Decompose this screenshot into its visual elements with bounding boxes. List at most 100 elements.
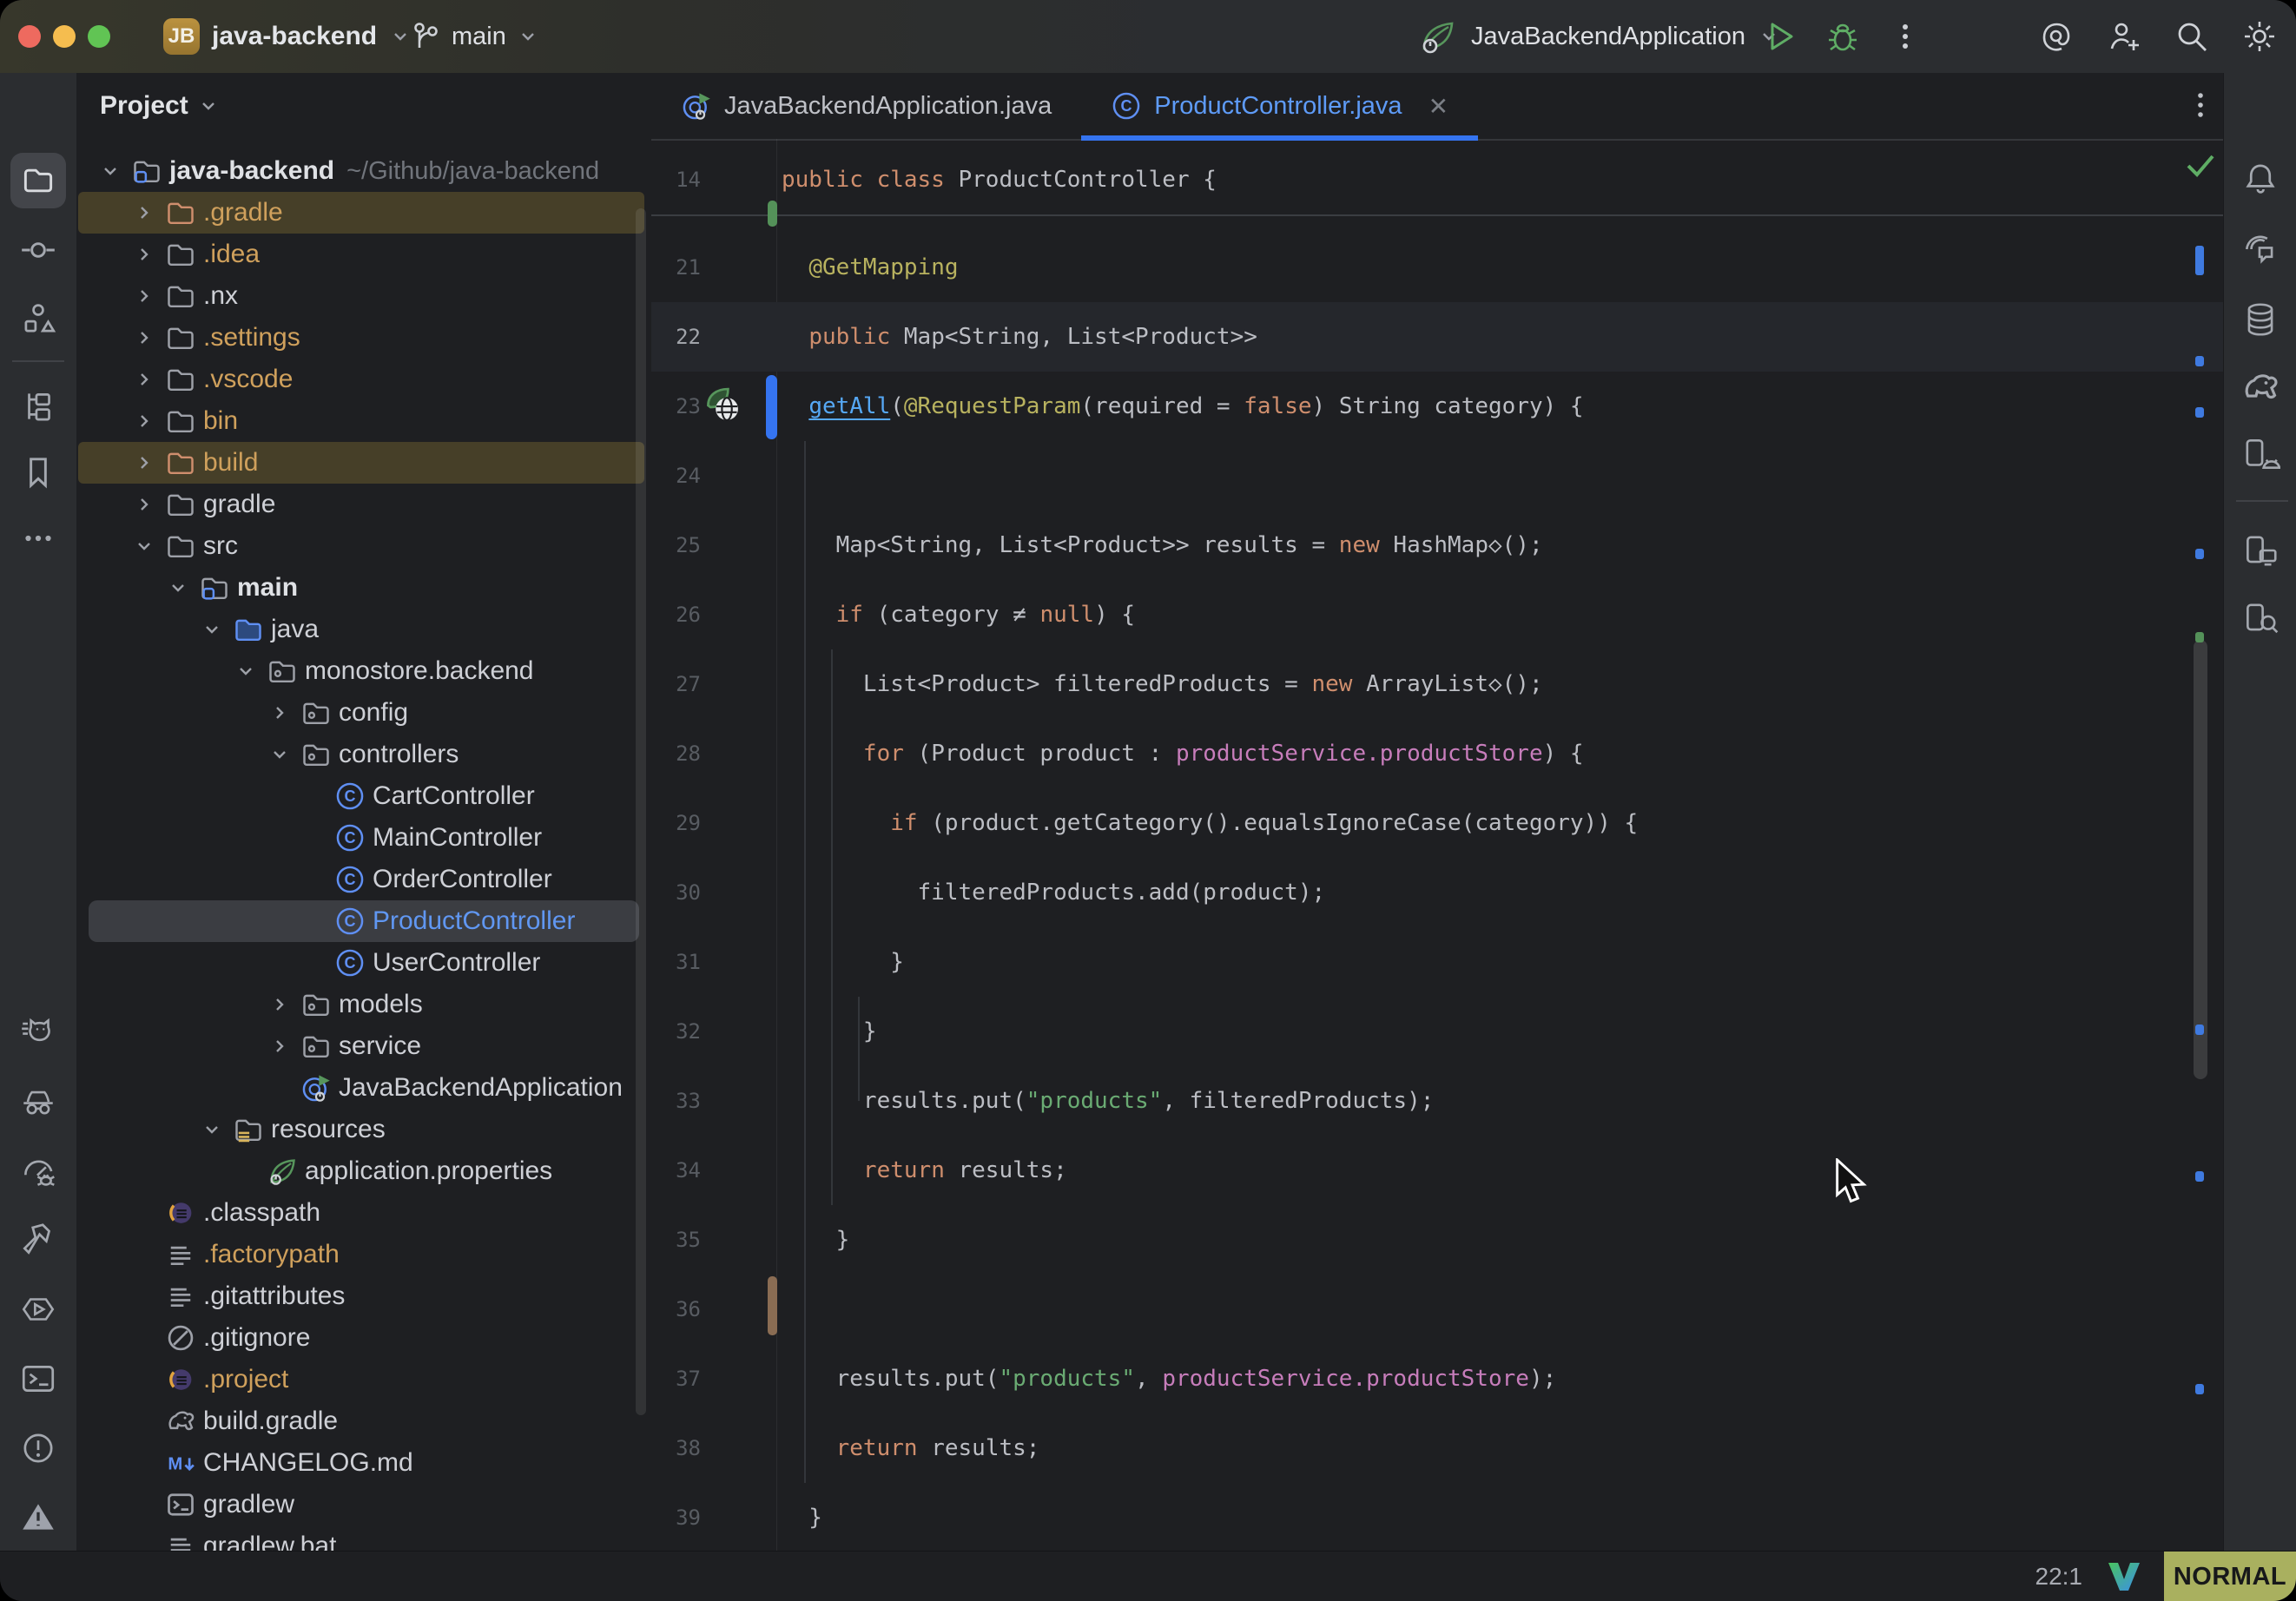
vim-mode-badge[interactable]: NORMAL [2164,1552,2296,1601]
tree-item-src[interactable]: src [76,525,651,567]
chevron-down-icon[interactable] [134,525,165,567]
project-scrollbar[interactable] [636,208,646,1415]
tree-item-.factorypath[interactable]: .factorypath [76,1234,651,1275]
code-line-24[interactable]: 24 [651,441,2223,511]
search-icon[interactable] [2173,17,2211,56]
zoom-window-button[interactable] [88,25,110,48]
minimize-window-button[interactable] [53,25,76,48]
code-line-30[interactable]: 30 filteredProducts.add(product); [651,858,2223,927]
tree-item-build[interactable]: build [76,442,651,484]
code-line-34[interactable]: 34 return results; [651,1136,2223,1205]
chevron-right-icon[interactable] [134,400,165,442]
settings-gear-icon[interactable] [2240,17,2279,56]
tree-item-.vscode[interactable]: .vscode [76,359,651,400]
tool-stripe-ai-chat[interactable] [2233,222,2288,278]
chevron-right-icon[interactable] [134,192,165,234]
tree-item-CartController[interactable]: C CartController [76,775,651,817]
chevron-right-icon[interactable] [269,1025,300,1067]
editor-scrollbar[interactable] [2194,640,2207,1079]
tree-item-UserController[interactable]: C UserController [76,942,651,984]
tree-item-.project[interactable]: .project [76,1359,651,1400]
tree-item-.gitignore[interactable]: .gitignore [76,1317,651,1359]
run-button[interactable] [1761,17,1799,56]
tree-item-JavaBackendApplication[interactable]: JavaBackendApplication [76,1067,651,1109]
code-line-21[interactable]: 21 @GetMapping [651,233,2223,302]
chevron-right-icon[interactable] [269,692,300,734]
close-window-button[interactable] [18,25,41,48]
tool-stripe-project-folder[interactable] [10,153,66,208]
code-line-26[interactable]: 26 if (category ≠ null) { [651,580,2223,649]
code-line-32[interactable]: 32 } [651,997,2223,1066]
code-line-37[interactable]: 37 results.put("products", productServic… [651,1344,2223,1413]
tool-stripe-build[interactable] [10,1212,66,1268]
code-line-25[interactable]: 25 Map<String, List<Product>> results = … [651,511,2223,580]
caret-position-widget[interactable]: 22:1 [2035,1563,2083,1591]
tree-item-models[interactable]: models [76,984,651,1025]
add-user-icon[interactable] [2105,17,2143,56]
chevron-down-icon[interactable] [235,650,267,692]
rest-endpoint-globe-icon[interactable] [703,385,743,425]
code-line-39[interactable]: 39 } [651,1483,2223,1551]
tree-item-.settings[interactable]: .settings [76,317,651,359]
code-line-33[interactable]: 33 results.put("products", filteredProdu… [651,1066,2223,1136]
tree-item-ProductController[interactable]: C ProductController [76,900,651,942]
chevron-down-icon[interactable] [100,150,131,192]
tool-stripe-running-devices[interactable] [2233,523,2288,578]
tool-stripe-incognito[interactable] [10,1073,66,1129]
code-line-31[interactable]: 31 } [651,927,2223,997]
tool-stripe-problems[interactable] [10,1420,66,1476]
chevron-right-icon[interactable] [134,442,165,484]
tree-item-gradlew[interactable]: gradlew [76,1484,651,1525]
chevron-right-icon[interactable] [134,317,165,359]
tool-stripe-warnings[interactable] [10,1490,66,1545]
tool-stripe-database[interactable] [2233,292,2288,347]
chevron-right-icon[interactable] [134,234,165,275]
tool-stripe-gradle[interactable] [2233,359,2288,415]
chevron-down-icon[interactable] [201,609,233,650]
tool-stripe-notifications[interactable] [2233,151,2288,207]
tree-item-.gitattributes[interactable]: .gitattributes [76,1275,651,1317]
code-line-22[interactable]: 22 public Map<String, List<Product>> [651,302,2223,372]
editor-tab-ProductController.java[interactable]: C ProductController.java ✕ [1081,73,1478,139]
code-line-27[interactable]: 27 List<Product> filteredProducts = new … [651,649,2223,719]
debug-button[interactable] [1824,17,1862,56]
tree-item-MainController[interactable]: C MainController [76,817,651,859]
git-branch-widget[interactable]: main [408,0,539,73]
tree-item-CHANGELOG.md[interactable]: M CHANGELOG.md [76,1442,651,1484]
code-line-36[interactable]: 36 [651,1275,2223,1344]
tree-item-application.properties[interactable]: application.properties [76,1150,651,1192]
code-line-29[interactable]: 29 if (product.getCategory().equalsIgnor… [651,788,2223,858]
chevron-right-icon[interactable] [134,359,165,400]
tree-item-service[interactable]: service [76,1025,651,1067]
chevron-right-icon[interactable] [134,275,165,317]
tree-item-gradlew.bat[interactable]: gradlew.bat [76,1525,651,1551]
close-tab-icon[interactable]: ✕ [1428,92,1448,121]
tool-stripe-device-manager[interactable] [2233,427,2288,483]
project-panel-header[interactable]: Project [100,73,220,139]
project-widget[interactable]: JB java-backend [163,0,412,73]
code-line-14[interactable]: 14 public class ProductController { [651,145,2223,214]
tree-item-.classpath[interactable]: .classpath [76,1192,651,1234]
tool-stripe-structure[interactable] [10,291,66,346]
chevron-down-icon[interactable] [269,734,300,775]
tool-stripe-commit[interactable] [10,222,66,278]
chevron-down-icon[interactable] [201,1109,233,1150]
chevron-down-icon[interactable] [168,567,199,609]
tree-item-.idea[interactable]: .idea [76,234,651,275]
ai-assistant-icon[interactable] [2037,17,2075,56]
tool-stripe-services[interactable] [10,1281,66,1337]
tree-item-controllers[interactable]: controllers [76,734,651,775]
editor-tab-JavaBackendApplication.java[interactable]: JavaBackendApplication.java [651,73,1081,139]
run-configuration-widget[interactable]: JavaBackendApplication [1417,0,1780,73]
tool-stripe-hierarchy[interactable] [10,379,66,434]
chevron-right-icon[interactable] [134,484,165,525]
tool-stripe-ai-cat[interactable] [10,1004,66,1059]
tree-item-monostore.backend[interactable]: monostore.backend [76,650,651,692]
tree-item-java[interactable]: java [76,609,651,650]
tool-stripe-bookmarks[interactable] [10,445,66,500]
editor-more-kebab-icon[interactable] [2185,89,2216,123]
tree-item-config[interactable]: config [76,692,651,734]
tree-item-gradle[interactable]: gradle [76,484,651,525]
tree-item-OrderController[interactable]: C OrderController [76,859,651,900]
tree-item-java-backend[interactable]: java-backend~/Github/java-backend [76,150,651,192]
